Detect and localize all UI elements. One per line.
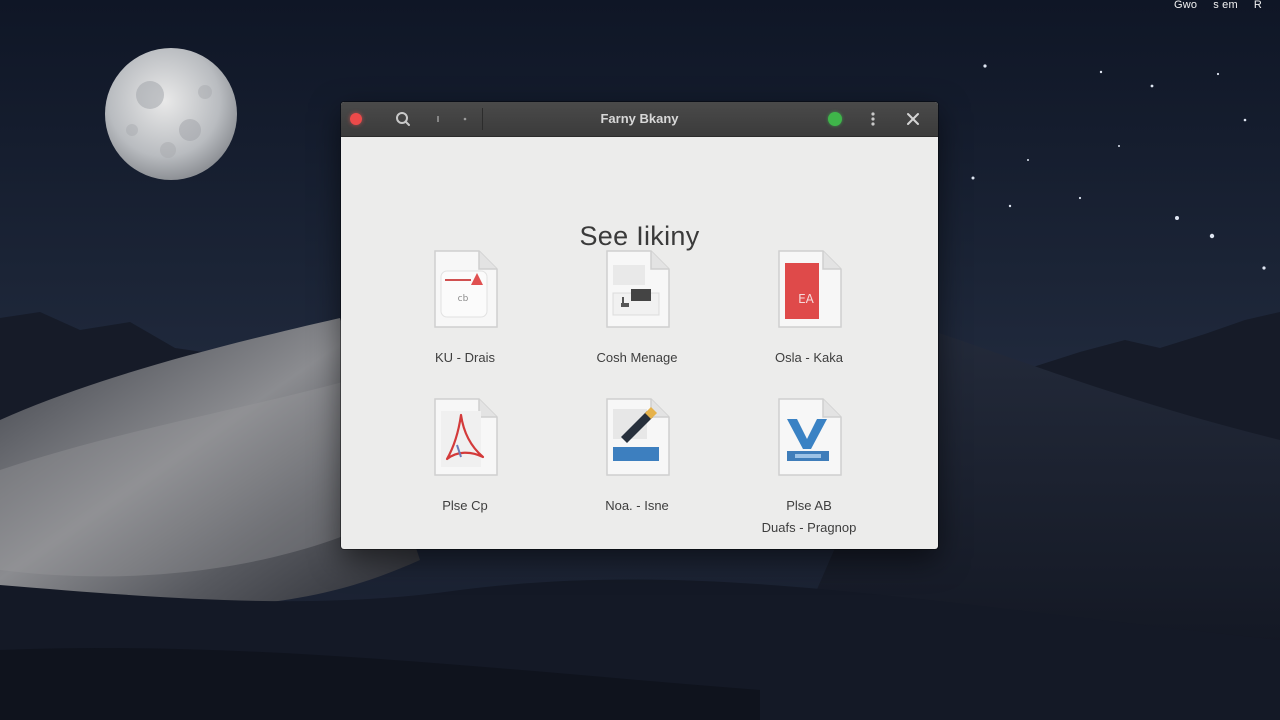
app-label: KU - Drais <box>435 350 495 365</box>
app-label: Plse Cp <box>442 498 488 513</box>
app-label: Noa. - Isne <box>605 498 669 513</box>
forward-button[interactable] <box>458 111 472 127</box>
app-tile[interactable]: EA Osla - Kaka <box>724 247 894 369</box>
svg-text:cb: cb <box>458 294 469 304</box>
app-tile[interactable]: cb KU - Drais <box>380 247 550 369</box>
warning-document-icon: cb <box>434 250 498 328</box>
app-label-line: Plse AB <box>786 498 832 513</box>
app-tile[interactable]: Cosh Menage <box>552 247 722 369</box>
chevron-left-icon <box>437 116 439 122</box>
app-window: Farny Bkany See Iikiny cb KU - Drais Cos… <box>341 102 938 549</box>
app-label: Cosh Menage <box>596 350 678 365</box>
titlebar[interactable]: Farny Bkany <box>341 102 938 137</box>
app-label: Plse AB Duafs - Pragnop <box>724 495 894 539</box>
close-dot-button[interactable] <box>350 113 362 125</box>
menubar-item[interactable]: Gwo <box>1174 0 1197 11</box>
app-tile[interactable]: Noa. - Isne <box>552 395 722 517</box>
desktop: Gwo s em R Farny Bkany See Iikiny cb KU … <box>0 0 1280 720</box>
more-vertical-icon[interactable] <box>866 110 880 128</box>
window-title: Farny Bkany <box>600 111 679 126</box>
close-icon[interactable] <box>904 110 922 128</box>
status-dot <box>828 112 842 126</box>
acrobat-document-icon <box>434 398 498 476</box>
red-cover-document-icon: EA <box>778 250 842 328</box>
app-label: Osla - Kaka <box>775 350 843 365</box>
app-label-line: Duafs - Pragnop <box>761 520 857 535</box>
window-content: See Iikiny cb KU - Drais Cosh Menage EA … <box>341 137 938 549</box>
app-tile[interactable]: Plse Cp <box>380 395 550 517</box>
v-logo-document-icon <box>778 398 842 476</box>
back-button[interactable] <box>431 111 445 127</box>
search-icon[interactable] <box>393 111 413 127</box>
chevron-right-icon <box>463 117 467 121</box>
pencil-document-icon <box>606 398 670 476</box>
app-tile[interactable]: Plse AB Duafs - Pragnop <box>724 395 894 539</box>
form-document-icon <box>606 250 670 328</box>
menubar-extras: Gwo s em R <box>1174 0 1262 11</box>
moon <box>105 48 237 180</box>
menubar-item[interactable]: R <box>1254 0 1262 11</box>
icon-badge: EA <box>798 292 815 306</box>
menubar-item[interactable]: s em <box>1213 0 1238 11</box>
toolbar-divider <box>482 108 483 130</box>
